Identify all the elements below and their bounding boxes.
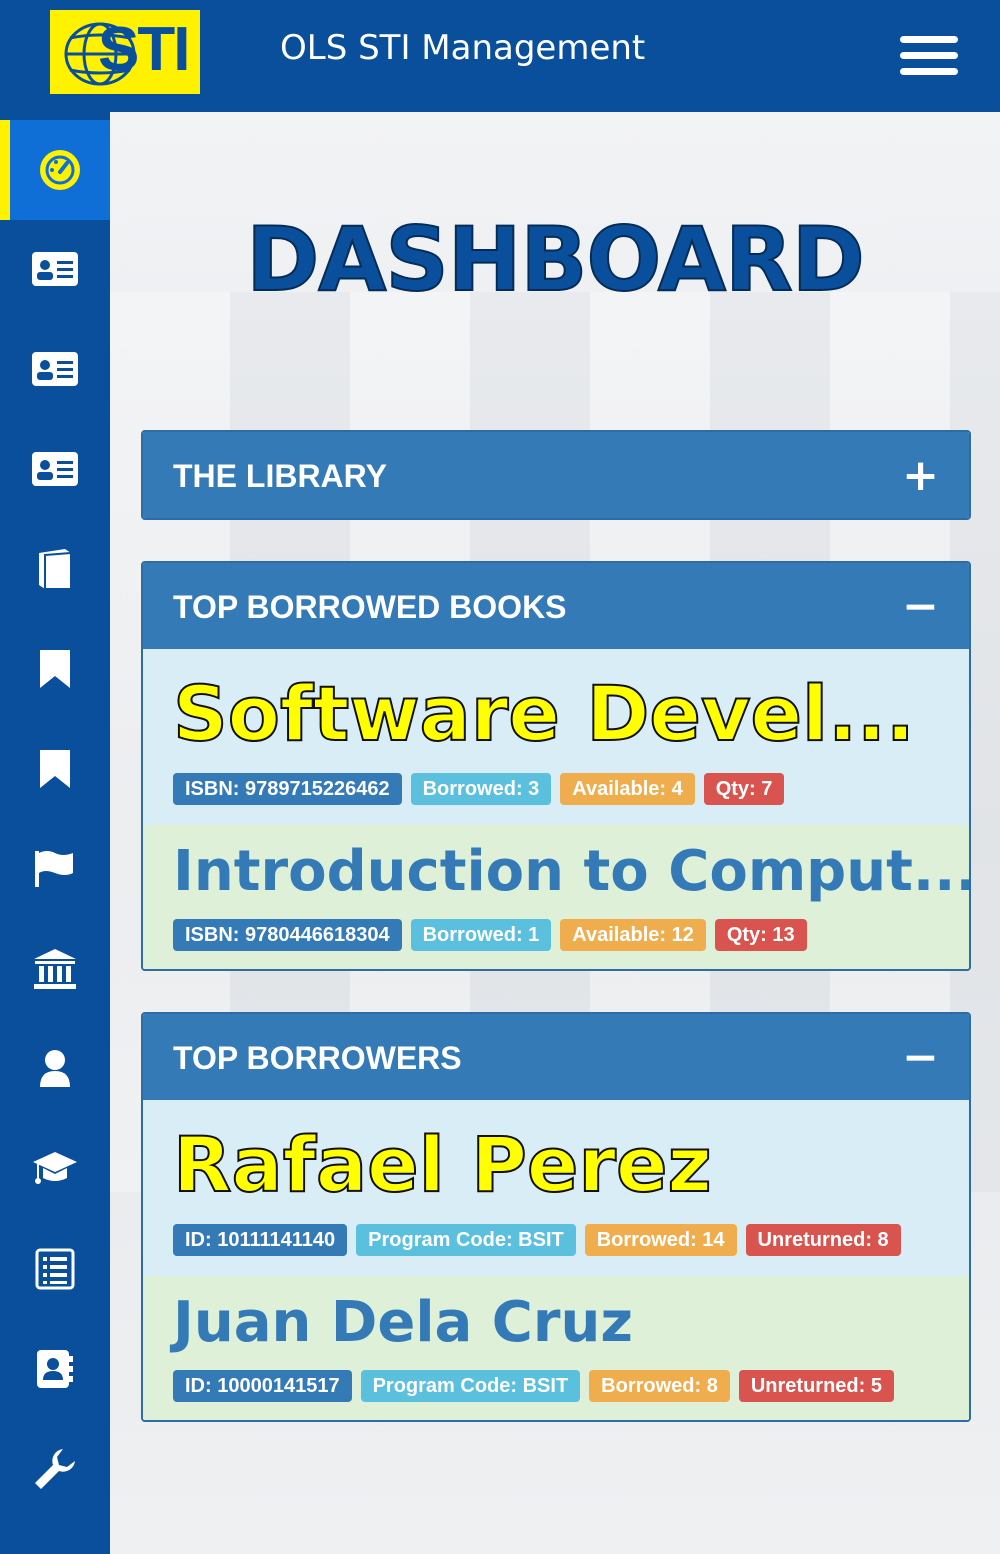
top-books-panel-header[interactable]: TOP BORROWED BOOKS −: [143, 563, 969, 649]
list-item[interactable]: Juan Dela Cruz ID: 10000141517 Program C…: [143, 1276, 969, 1420]
list-item[interactable]: Introduction to Comput... ISBN: 97804466…: [143, 825, 969, 969]
bookmark-icon: [40, 750, 70, 788]
hamburger-bar: [900, 68, 958, 75]
list-item[interactable]: Software Devel... ISBN: 9789715226462 Bo…: [143, 649, 969, 825]
sidebar-item-bookmark-1[interactable]: [0, 619, 110, 719]
library-panel: THE LIBRARY +: [141, 430, 971, 520]
sidebar-item-user[interactable]: [0, 1019, 110, 1119]
qty-badge: Qty: 13: [714, 919, 807, 951]
logo-text: STI: [98, 15, 190, 84]
sidebar-item-bookmark-2[interactable]: [0, 719, 110, 819]
bank-icon: [34, 949, 76, 989]
library-panel-header[interactable]: THE LIBRARY +: [143, 432, 969, 518]
available-badge: Available: 4: [560, 773, 695, 805]
unreturned-badge: Unreturned: 5: [738, 1370, 894, 1402]
book-icon: [39, 549, 72, 590]
main-content: DASHBOARD THE LIBRARY + TOP BORROWED BOO…: [110, 112, 1000, 1554]
page-title: DASHBOARD: [245, 207, 866, 312]
book-badges: ISBN: 9789715226462 Borrowed: 3 Availabl…: [173, 773, 785, 805]
top-bar: STI OLS STI Management: [0, 0, 1000, 112]
sidebar-item-list[interactable]: [0, 1219, 110, 1319]
sidebar-item-flag[interactable]: [0, 819, 110, 919]
id-badge: ID: 10000141517: [173, 1370, 352, 1402]
expand-icon[interactable]: +: [902, 450, 939, 501]
borrowed-badge: Borrowed: 8: [589, 1370, 730, 1402]
top-books-panel-title: TOP BORROWED BOOKS: [173, 589, 567, 625]
list-item[interactable]: Rafael Perez ID: 10111141140 Program Cod…: [143, 1100, 969, 1276]
book-title: Introduction to Comput...: [173, 839, 971, 904]
available-badge: Available: 12: [560, 919, 706, 951]
graduation-cap-icon: [33, 1152, 77, 1184]
collapse-icon[interactable]: −: [902, 581, 939, 632]
borrower-badges: ID: 10111141140 Program Code: BSIT Borro…: [173, 1224, 901, 1256]
sti-logo[interactable]: STI: [50, 10, 200, 94]
sidebar-item-id-card-2[interactable]: [0, 319, 110, 419]
sidebar-item-dashboard[interactable]: [0, 120, 110, 220]
sidebar: [0, 112, 110, 1554]
sidebar-item-students[interactable]: [0, 1119, 110, 1219]
sidebar-item-id-card-1[interactable]: [0, 219, 110, 319]
sidebar-item-settings[interactable]: [0, 1419, 110, 1519]
program-badge: Program Code: BSIT: [360, 1370, 581, 1402]
program-badge: Program Code: BSIT: [356, 1224, 576, 1256]
bookmark-icon: [40, 650, 70, 688]
user-icon: [40, 1050, 70, 1087]
id-card-icon: [32, 452, 78, 486]
top-books-panel: TOP BORROWED BOOKS − Software Devel... I…: [141, 561, 971, 971]
isbn-badge: ISBN: 9789715226462: [173, 773, 402, 805]
borrower-name: Rafael Perez: [172, 1119, 713, 1210]
app-title: OLS STI Management: [280, 28, 646, 68]
dashboard-icon: [40, 150, 80, 190]
list-icon: [35, 1248, 75, 1290]
borrowed-badge: Borrowed: 3: [410, 773, 552, 805]
address-book-icon: [37, 1350, 73, 1388]
sidebar-item-books[interactable]: [0, 519, 110, 619]
borrower-name: Juan Dela Cruz: [173, 1290, 633, 1355]
hamburger-bar: [900, 36, 958, 43]
id-badge: ID: 10111141140: [173, 1224, 348, 1256]
collapse-icon[interactable]: −: [902, 1032, 939, 1083]
borrower-badges: ID: 10000141517 Program Code: BSIT Borro…: [173, 1370, 894, 1402]
library-panel-title: THE LIBRARY: [173, 458, 387, 494]
borrowed-badge: Borrowed: 1: [410, 919, 552, 951]
borrowed-badge: Borrowed: 14: [584, 1224, 737, 1256]
sidebar-item-id-card-3[interactable]: [0, 419, 110, 519]
sidebar-item-bank[interactable]: [0, 919, 110, 1019]
book-badges: ISBN: 9780446618304 Borrowed: 1 Availabl…: [173, 919, 807, 951]
id-card-icon: [32, 352, 78, 386]
isbn-badge: ISBN: 9780446618304: [173, 919, 402, 951]
unreturned-badge: Unreturned: 8: [745, 1224, 901, 1256]
top-borrowers-panel-header[interactable]: TOP BORROWERS −: [143, 1014, 969, 1100]
top-borrowers-panel: TOP BORROWERS − Rafael Perez ID: 1011114…: [141, 1012, 971, 1422]
book-title: Software Devel...: [172, 668, 916, 759]
wrench-icon: [35, 1449, 75, 1489]
qty-badge: Qty: 7: [703, 773, 785, 805]
top-borrowers-panel-title: TOP BORROWERS: [173, 1040, 462, 1076]
id-card-icon: [32, 252, 78, 286]
hamburger-bar: [900, 52, 958, 59]
flag-icon: [35, 851, 73, 887]
hamburger-menu-button[interactable]: [900, 36, 960, 76]
sidebar-item-contacts[interactable]: [0, 1319, 110, 1419]
